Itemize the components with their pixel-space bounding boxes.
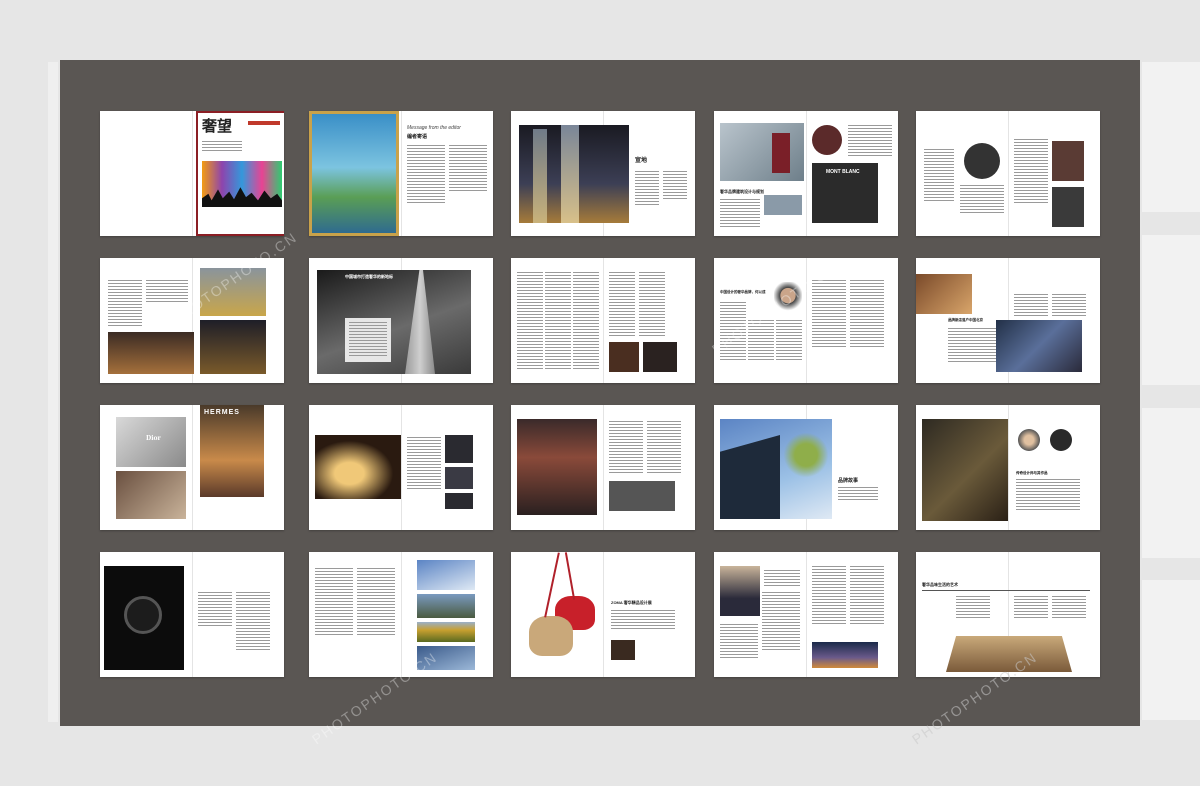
dior-label: Dior — [146, 435, 161, 442]
night-building-photo — [200, 320, 266, 374]
building-photo-bottom — [1052, 187, 1084, 227]
elder-portrait — [720, 566, 760, 616]
restaurant-photo — [609, 342, 639, 372]
building-photo-top — [1052, 141, 1084, 181]
couple-photo — [116, 471, 186, 519]
editorial-heading: Message from the editor — [407, 125, 461, 131]
hermes-store-photo — [200, 405, 264, 497]
background-page-right-2 — [1142, 235, 1200, 385]
round-photo — [812, 125, 842, 155]
spread-table-setting[interactable]: 奢华品味生活的艺术 — [916, 552, 1100, 677]
window-display-photo — [517, 419, 597, 515]
store-photo-bottom — [445, 493, 473, 509]
spread-designer[interactable]: 传奇设计师与其作品 — [916, 405, 1100, 530]
spread-street-photos[interactable] — [100, 258, 284, 383]
storefront-night-photo — [108, 332, 194, 374]
spread-mont-blanc[interactable]: 奢华品牌建筑设计与规划 MONT BLANC — [714, 111, 898, 236]
handbag-tan — [529, 616, 573, 656]
spread-text[interactable] — [511, 258, 695, 383]
spread-foggy-tower[interactable]: 中国城市打造奢华的新地标 — [309, 258, 493, 383]
storefront-photo — [720, 123, 804, 181]
spread-round-photo[interactable] — [916, 111, 1100, 236]
event-photo — [996, 320, 1082, 372]
foggy-tower-photo — [317, 270, 471, 374]
spread-portrait-text[interactable]: 中国设计的奢华品牌，何以成 — [714, 258, 898, 383]
handbags-heading: ZOMA 奢华精品设计展 — [611, 600, 652, 605]
cover-title: 奢望 — [202, 117, 233, 135]
spread-eggshell[interactable] — [309, 405, 493, 530]
city-night-photo — [812, 642, 878, 668]
sunflower-field-photo — [417, 622, 475, 642]
editorial-illustration — [309, 111, 399, 236]
spread-building-fields[interactable] — [309, 552, 493, 677]
background-page-left — [48, 62, 58, 722]
background-page-right-4 — [1142, 580, 1200, 720]
eggshell-photo — [315, 435, 401, 499]
spread-brand-story[interactable]: 品牌故事 — [714, 405, 898, 530]
exhibition-photo — [611, 640, 635, 660]
spread-handbags[interactable]: ZOMA 奢华精品设计展 — [511, 552, 695, 677]
mont-blanc-label: MONT BLANC — [826, 169, 860, 175]
brand-story-heading: 品牌故事 — [838, 478, 859, 484]
spread-watch[interactable] — [100, 552, 284, 677]
spread-luxury-window[interactable] — [511, 405, 695, 530]
spread-portrait-city[interactable] — [714, 552, 898, 677]
interior-photo — [643, 342, 677, 372]
table-setting-heading: 奢华品味生活的艺术 — [922, 582, 958, 587]
spread-interview[interactable]: 品牌新店落户中国北京 — [916, 258, 1100, 383]
storefront-small-photo — [609, 481, 675, 511]
spread-hermes[interactable]: Dior HERMES — [100, 405, 284, 530]
cover-page: 奢望 — [196, 111, 284, 236]
layout-board: 奢望 Message from the editor 编者寄语 宣地 奢华品牌建… — [60, 60, 1140, 726]
background-page-right-3 — [1142, 408, 1200, 558]
background-page-right-1 — [1142, 62, 1200, 212]
designer-portrait — [1018, 429, 1040, 451]
dior-store-photo — [116, 417, 186, 467]
interview-heading: 品牌新店落户中国北京 — [948, 318, 983, 322]
taxi-street-photo — [200, 268, 266, 316]
designer-scene-photo — [922, 419, 1008, 521]
glass-building-photo — [417, 560, 475, 590]
store-photo-mid — [445, 467, 473, 489]
store-photo-top — [445, 435, 473, 463]
circular-photo — [964, 143, 1000, 179]
interview-portrait — [916, 274, 972, 314]
modern-building-photo — [417, 594, 475, 618]
tower-sky-photo — [417, 646, 475, 670]
mont-blanc-heading: 奢华品牌建筑设计与规划 — [720, 189, 764, 194]
watch-face-photo — [1050, 429, 1072, 451]
spread-cover[interactable]: 奢望 — [100, 111, 284, 236]
dining-table-photo — [946, 636, 1072, 672]
spread-night-towers[interactable]: 宣地 — [511, 111, 695, 236]
portrait-text-heading: 中国设计的奢华品牌，何以成 — [720, 290, 766, 294]
foggy-tower-heading: 中国城市打造奢华的新地标 — [345, 274, 393, 279]
spread-editorial[interactable]: Message from the editor 编者寄语 — [309, 111, 493, 236]
man-portrait — [774, 282, 802, 316]
night-towers-heading: 宣地 — [635, 158, 648, 164]
designer-heading: 传奇设计师与其作品 — [1016, 471, 1048, 475]
hermes-label: HERMES — [204, 409, 240, 416]
editorial-subheading: 编者寄语 — [407, 134, 428, 140]
